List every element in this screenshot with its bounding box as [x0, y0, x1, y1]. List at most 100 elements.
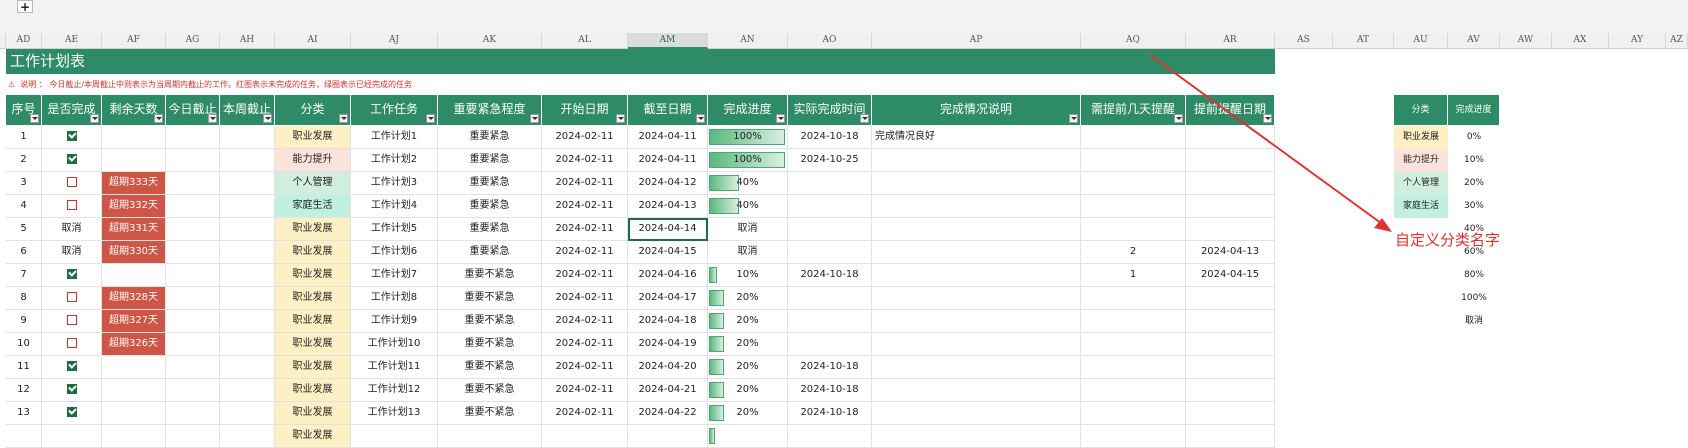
cell-remind[interactable]: 2024-04-15 — [1186, 264, 1275, 287]
cell-no[interactable]: 7 — [6, 264, 42, 287]
cell-progress[interactable]: 10% — [708, 264, 788, 287]
checkbox-empty-icon[interactable] — [66, 292, 77, 302]
cell-remind[interactable] — [1186, 218, 1275, 241]
checkbox-empty-icon[interactable] — [66, 200, 77, 210]
cell-start[interactable]: 2024-02-11 — [542, 218, 628, 241]
cell-no[interactable]: 4 — [6, 195, 42, 218]
cell-empty[interactable] — [220, 172, 275, 195]
column-header-az[interactable]: AZ — [1666, 33, 1688, 49]
cell-task[interactable]: 工作计划12 — [351, 379, 438, 402]
column-header-ak[interactable]: AK — [438, 33, 542, 49]
cell-days[interactable] — [1081, 287, 1186, 310]
cell-progress[interactable] — [708, 425, 788, 448]
column-header-aq[interactable]: AQ — [1081, 33, 1186, 49]
cell-due[interactable]: 2024-04-15 — [628, 241, 708, 264]
cell-progress[interactable]: 40% — [708, 195, 788, 218]
cell-cat[interactable]: 职业发展 — [275, 356, 351, 379]
cell-remain[interactable] — [102, 402, 166, 425]
cell-due[interactable]: 2024-04-19 — [628, 333, 708, 356]
cell-no[interactable] — [6, 425, 42, 448]
cell-remain[interactable]: 超期333天 — [102, 172, 166, 195]
cell-due[interactable]: 2024-04-13 — [628, 195, 708, 218]
cell-empty[interactable] — [166, 425, 220, 448]
cell-desc[interactable] — [872, 356, 1081, 379]
filter-dropdown-icon[interactable] — [1069, 114, 1078, 123]
cell-progress[interactable]: 20% — [708, 333, 788, 356]
cell-remain[interactable]: 超期330天 — [102, 241, 166, 264]
cell-empty[interactable] — [166, 333, 220, 356]
cell-desc[interactable] — [872, 149, 1081, 172]
cell-desc[interactable] — [872, 264, 1081, 287]
cell-remind[interactable] — [1186, 402, 1275, 425]
cell-desc[interactable] — [872, 241, 1081, 264]
cell-remain[interactable]: 超期328天 — [102, 287, 166, 310]
cell-actual[interactable] — [788, 172, 872, 195]
column-header-ah[interactable]: AH — [220, 33, 275, 49]
cell-days[interactable] — [1081, 195, 1186, 218]
cell-done[interactable] — [42, 425, 102, 448]
cell-progress[interactable]: 40% — [708, 172, 788, 195]
cell-empty[interactable] — [220, 402, 275, 425]
cell-start[interactable]: 2024-02-11 — [542, 126, 628, 149]
cell-due[interactable]: 2024-04-11 — [628, 149, 708, 172]
cell-progress[interactable]: 取消 — [708, 241, 788, 264]
cell-empty[interactable] — [166, 264, 220, 287]
cell-empty[interactable] — [220, 195, 275, 218]
cell-task[interactable]: 工作计划5 — [351, 218, 438, 241]
checkbox-checked-icon[interactable] — [66, 269, 77, 279]
column-header-am[interactable]: AM — [628, 33, 708, 49]
cell-desc[interactable] — [872, 425, 1081, 448]
cell-remind[interactable] — [1186, 126, 1275, 149]
column-header-ai[interactable]: AI — [275, 33, 351, 49]
cell-start[interactable]: 2024-02-11 — [542, 264, 628, 287]
cell-actual[interactable]: 2024-10-18 — [788, 379, 872, 402]
cell-task[interactable]: 工作计划11 — [351, 356, 438, 379]
cell-task[interactable]: 工作计划4 — [351, 195, 438, 218]
checkbox-checked-icon[interactable] — [66, 361, 77, 371]
cell-remind[interactable] — [1186, 379, 1275, 402]
filter-dropdown-icon[interactable] — [30, 114, 39, 123]
cell-level[interactable]: 重要不紧急 — [438, 310, 542, 333]
cell-empty[interactable] — [220, 310, 275, 333]
checkbox-checked-icon[interactable] — [66, 384, 77, 394]
cell-remind[interactable] — [1186, 333, 1275, 356]
cell-no[interactable]: 2 — [6, 149, 42, 172]
cell-remind[interactable] — [1186, 149, 1275, 172]
filter-dropdown-icon[interactable] — [1174, 114, 1183, 123]
cell-empty[interactable] — [166, 310, 220, 333]
cell-days[interactable] — [1081, 172, 1186, 195]
cell-task[interactable]: 工作计划10 — [351, 333, 438, 356]
cell-done[interactable] — [42, 195, 102, 218]
column-header-aw[interactable]: AW — [1500, 33, 1552, 49]
cell-remain[interactable] — [102, 264, 166, 287]
column-header-ad[interactable]: AD — [6, 33, 42, 49]
cell-remain[interactable] — [102, 425, 166, 448]
cell-cat[interactable]: 职业发展 — [275, 333, 351, 356]
filter-dropdown-icon[interactable] — [208, 114, 217, 123]
column-header-ag[interactable]: AG — [166, 33, 220, 49]
cell-desc[interactable] — [872, 287, 1081, 310]
cell-no[interactable]: 10 — [6, 333, 42, 356]
cell-remain[interactable]: 超期326天 — [102, 333, 166, 356]
cell-done[interactable]: 取消 — [42, 218, 102, 241]
cell-empty[interactable] — [166, 149, 220, 172]
cell-empty[interactable] — [220, 379, 275, 402]
filter-dropdown-icon[interactable] — [530, 114, 539, 123]
filter-dropdown-icon[interactable] — [339, 114, 348, 123]
cell-start[interactable]: 2024-02-11 — [542, 172, 628, 195]
filter-dropdown-icon[interactable] — [426, 114, 435, 123]
cell-days[interactable] — [1081, 149, 1186, 172]
cell-task[interactable]: 工作计划1 — [351, 126, 438, 149]
checkbox-checked-icon[interactable] — [66, 131, 77, 141]
cell-days[interactable]: 1 — [1081, 264, 1186, 287]
cell-remain[interactable]: 超期332天 — [102, 195, 166, 218]
cell-progress[interactable]: 100% — [708, 149, 788, 172]
filter-dropdown-icon[interactable] — [90, 114, 99, 123]
cell-start[interactable]: 2024-02-11 — [542, 356, 628, 379]
filter-dropdown-icon[interactable] — [263, 114, 272, 123]
column-header-ax[interactable]: AX — [1552, 33, 1609, 49]
cell-days[interactable] — [1081, 425, 1186, 448]
filter-dropdown-icon[interactable] — [1263, 114, 1272, 123]
checkbox-checked-icon[interactable] — [66, 407, 77, 417]
column-header-as[interactable]: AS — [1275, 33, 1333, 49]
